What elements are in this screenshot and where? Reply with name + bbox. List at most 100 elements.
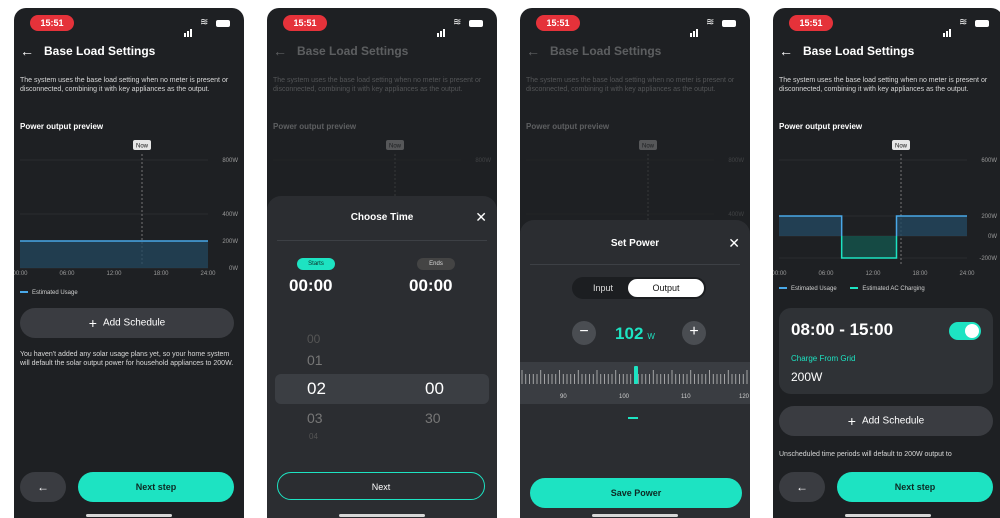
- battery-icon: [722, 20, 736, 27]
- signal-icon: [690, 19, 699, 37]
- add-schedule-button[interactable]: + Add Schedule: [20, 308, 234, 338]
- preview-title: Power output preview: [20, 122, 104, 131]
- sheet-title: Choose Time: [350, 212, 414, 223]
- ends-tab[interactable]: Ends: [417, 258, 455, 270]
- next-button[interactable]: Next: [277, 472, 485, 500]
- signal-wifi-battery: ≋: [437, 17, 487, 37]
- x-tick-label: 18:00: [153, 271, 169, 277]
- y-tick-label: 400W: [222, 212, 238, 218]
- next-step-button[interactable]: Next step: [837, 472, 993, 502]
- power-output-chart: 600W 200W 0W -200W 00:00 06:00 12:00 18:00 24:00…: [773, 140, 997, 277]
- add-schedule-label: Add Schedule: [102, 317, 166, 329]
- back-arrow-icon: ←: [37, 480, 49, 494]
- status-time: 15:51: [283, 15, 327, 31]
- x-tick-label: 18:00: [912, 271, 928, 277]
- y-tick-label: -200W: [979, 256, 997, 262]
- output-option-selected[interactable]: Output: [628, 279, 704, 297]
- status-bar: 15:51 ≋: [267, 13, 497, 37]
- ruler-label: 100: [619, 394, 630, 400]
- y-tick-label: 200W: [222, 239, 238, 245]
- x-tick-label: 12:00: [106, 271, 122, 277]
- header: ← Base Load Settings: [267, 42, 497, 62]
- y-tick-label: 400W: [728, 212, 744, 218]
- status-time: 15:51: [30, 15, 74, 31]
- plus-icon: +: [847, 413, 856, 429]
- schedule-mode: Charge From Grid: [791, 354, 856, 363]
- hour-option[interactable]: 03: [307, 410, 323, 426]
- phone-screen-3: 15:51 ≋ ← Base Load Settings The system …: [520, 8, 750, 518]
- hour-option[interactable]: 00: [307, 332, 320, 346]
- add-schedule-label: Add Schedule: [861, 415, 925, 427]
- signal-icon: [184, 19, 193, 37]
- divider: [530, 264, 740, 265]
- phone-screen-4: 15:51 ≋ ← Base Load Settings The system …: [773, 8, 1000, 518]
- now-label: Now: [642, 144, 655, 150]
- status-bar: 15:51 ≋: [14, 13, 244, 37]
- schedule-time-range: 08:00 - 15:00: [791, 320, 894, 339]
- increase-button[interactable]: +: [682, 321, 706, 345]
- toggle-knob: [965, 324, 979, 338]
- ruler-label: 120: [739, 394, 750, 400]
- status-bar: 15:51 ≋: [520, 13, 750, 37]
- battery-icon: [975, 20, 989, 27]
- chart-legend: Estimated Usage: [20, 290, 78, 296]
- power-unit: W: [647, 332, 655, 341]
- hour-option[interactable]: 04: [309, 432, 318, 441]
- header: ← Base Load Settings: [14, 42, 244, 62]
- page-title: Base Load Settings: [803, 44, 915, 58]
- close-icon[interactable]: ✕: [728, 235, 740, 252]
- y-tick-label: 0W: [229, 266, 238, 272]
- back-arrow-icon: ←: [796, 480, 808, 494]
- y-tick-label: 0W: [988, 234, 997, 240]
- schedule-power: 200W: [791, 370, 823, 384]
- description: The system uses the base load setting wh…: [526, 77, 735, 93]
- bottom-back-button[interactable]: ←: [20, 472, 66, 502]
- charging-area: [841, 236, 897, 258]
- divider: [277, 240, 487, 241]
- ruler-label: 110: [681, 394, 691, 400]
- ruler-position-marker: [628, 417, 638, 419]
- y-tick-label: 200W: [981, 214, 997, 220]
- home-indicator: [592, 514, 678, 517]
- wifi-icon: ≋: [200, 17, 209, 28]
- x-tick-label: 00:00: [773, 271, 787, 277]
- page-title: Base Load Settings: [550, 44, 662, 58]
- preview-title: Power output preview: [526, 122, 610, 131]
- power-number: 102: [615, 324, 644, 343]
- phone-screen-2: 15:51 ≋ ← Base Load Settings The system …: [267, 8, 497, 518]
- minute-option[interactable]: 30: [425, 410, 441, 426]
- wifi-icon: ≋: [706, 17, 715, 28]
- bottom-back-button[interactable]: ←: [779, 472, 825, 502]
- signal-wifi-battery: ≋: [690, 17, 740, 37]
- back-arrow-icon: ←: [273, 43, 287, 59]
- schedule-card[interactable]: 08:00 - 15:00 Charge From Grid 200W: [779, 308, 993, 394]
- signal-icon: [437, 19, 446, 37]
- signal-wifi-battery: ≋: [943, 17, 993, 37]
- schedule-toggle[interactable]: [949, 322, 981, 340]
- back-arrow-icon[interactable]: ←: [20, 42, 34, 60]
- minute-option-selected[interactable]: 00: [425, 379, 444, 399]
- input-output-toggle: Input Output: [572, 277, 706, 299]
- x-tick-label: 06:00: [59, 271, 75, 277]
- power-ruler-slider[interactable]: 90 100 110 120: [520, 362, 750, 404]
- next-step-button[interactable]: Next step: [78, 472, 234, 502]
- back-arrow-icon[interactable]: ←: [779, 42, 793, 60]
- wifi-icon: ≋: [959, 17, 968, 28]
- choose-time-sheet: Choose Time ✕ Starts Ends 00:00 00:00 00…: [267, 196, 497, 518]
- legend-charging-swatch: [850, 287, 859, 290]
- header: ← Base Load Settings: [520, 42, 750, 62]
- y-tick-label: 800W: [728, 158, 744, 164]
- save-power-button[interactable]: Save Power: [530, 478, 742, 508]
- preview-title: Power output preview: [779, 122, 863, 131]
- input-option[interactable]: Input: [572, 277, 634, 299]
- empty-schedule-info: You haven't added any solar usage plans …: [20, 351, 234, 367]
- close-icon[interactable]: ✕: [475, 209, 487, 226]
- hour-option-selected[interactable]: 02: [307, 379, 326, 399]
- x-tick-label: 24:00: [959, 271, 975, 277]
- x-tick-label: 12:00: [865, 271, 881, 277]
- add-schedule-button[interactable]: + Add Schedule: [779, 406, 993, 436]
- battery-icon: [216, 20, 230, 27]
- hour-option[interactable]: 01: [307, 352, 323, 368]
- starts-tab[interactable]: Starts: [297, 258, 335, 270]
- now-label: Now: [389, 144, 402, 150]
